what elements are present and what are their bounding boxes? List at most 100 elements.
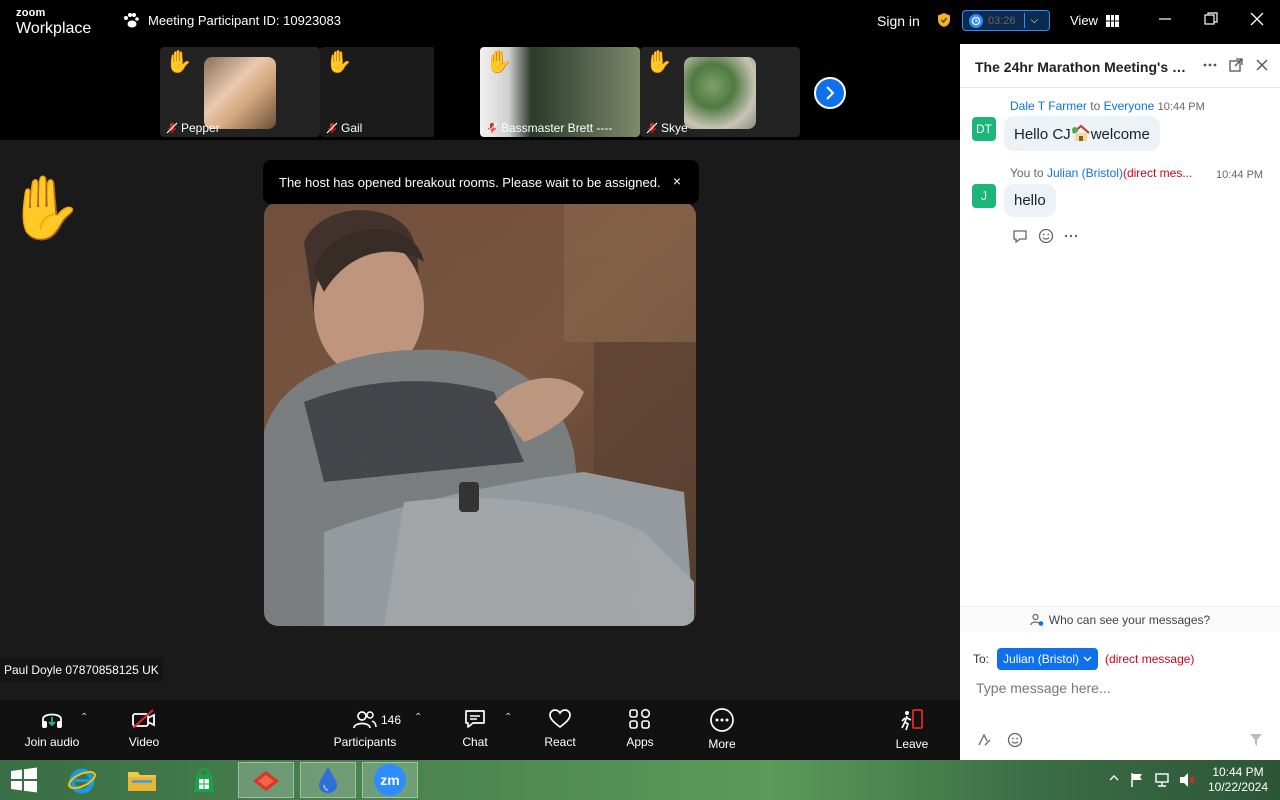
message-bubble[interactable]: hello <box>1004 184 1056 217</box>
chevron-down-icon[interactable]: ⌵ <box>1031 15 1039 26</box>
muted-mic-icon <box>326 122 338 134</box>
headphones-icon <box>42 713 62 728</box>
muted-mic-icon <box>646 122 658 134</box>
avatar[interactable]: DT <box>972 117 996 141</box>
house-emoji-icon <box>1071 124 1090 141</box>
apps-button[interactable]: Apps <box>622 708 658 749</box>
zoom-app-label: zm <box>380 772 400 788</box>
who-can-see-link[interactable]: Who can see your messages? <box>960 606 1280 632</box>
timer-value: 03:26 <box>988 14 1016 27</box>
participants-label: Participants <box>333 735 397 749</box>
flag-icon[interactable] <box>1130 772 1144 788</box>
message-meta: You to Julian (Bristol)(direct mes... <box>1010 166 1192 180</box>
reply-icon[interactable] <box>1012 228 1028 244</box>
recipient-row: To: Julian (Bristol) (direct message) <box>973 648 1194 670</box>
meeting-area: ✋ Pepper ✋ Gail ✋ Bassmaster Brett ---- … <box>0 44 960 700</box>
message-text: hello <box>1014 192 1046 209</box>
chevron-up-icon[interactable] <box>1108 772 1120 784</box>
participant-photo <box>684 57 756 129</box>
message-recipient[interactable]: Julian (Bristol) <box>1047 166 1123 180</box>
avatar[interactable]: J <box>972 184 996 208</box>
system-clock[interactable]: 10:44 PM 10/22/2024 <box>1204 765 1272 795</box>
chevron-up-icon[interactable]: ⌃ <box>80 712 88 723</box>
taskbar-zoom[interactable]: zm <box>362 762 418 798</box>
chat-title: The 24hr Marathon Meeting's Pe... <box>975 59 1195 75</box>
windows-logo-icon <box>11 767 37 793</box>
participant-thumbnail[interactable]: ✋ Pepper <box>160 47 320 137</box>
participant-name: Bassmaster Brett ---- <box>501 121 613 135</box>
speaker-photo <box>264 202 696 626</box>
person-lock-icon <box>1030 613 1044 626</box>
video-label: Video <box>128 735 160 749</box>
stopwatch-icon <box>969 13 983 28</box>
format-text-icon[interactable] <box>976 732 992 748</box>
view-menu[interactable]: View <box>1070 13 1119 28</box>
logo-line-1: zoom <box>16 7 46 19</box>
more-icon <box>710 708 734 732</box>
raised-hand-icon: ✋ <box>485 49 513 74</box>
message-time: 10:44 PM <box>1157 101 1205 113</box>
participant-thumbnail[interactable]: ✋ Skye <box>640 47 800 137</box>
close-window-icon[interactable] <box>1249 11 1265 27</box>
participant-thumbnail[interactable]: ✋ Gail <box>320 47 480 137</box>
active-speaker-video[interactable] <box>264 202 696 626</box>
heart-icon <box>549 709 571 729</box>
start-button[interactable] <box>0 762 48 798</box>
chat-label: Chat <box>462 735 488 749</box>
message-meta: Dale T Farmer to Everyone 10:44 PM <box>1010 99 1205 113</box>
emoji-icon[interactable] <box>1007 732 1023 748</box>
chevron-up-icon[interactable]: ⌃ <box>414 712 422 723</box>
message-recipient[interactable]: Everyone <box>1104 99 1155 113</box>
recipient-dropdown[interactable]: Julian (Bristol) <box>997 648 1099 670</box>
restore-icon[interactable] <box>1203 11 1219 27</box>
participants-icon <box>353 711 377 729</box>
leave-button[interactable]: Leave <box>892 708 932 751</box>
taskbar-app-red[interactable] <box>238 762 294 798</box>
minimize-icon[interactable] <box>1157 11 1173 27</box>
network-icon[interactable] <box>1154 772 1170 788</box>
participant-name: Gail <box>341 121 363 135</box>
message-sender[interactable]: Dale T Farmer <box>1010 99 1087 113</box>
emoji-icon[interactable] <box>1038 228 1054 244</box>
message-text: Hello CJ <box>1014 126 1071 143</box>
meeting-id[interactable]: Meeting Participant ID: 10923083 <box>122 12 341 28</box>
send-icon[interactable] <box>1248 732 1264 748</box>
ellipsis-icon[interactable] <box>1064 229 1078 243</box>
meeting-id-text: Meeting Participant ID: 10923083 <box>148 12 341 28</box>
timer-divider <box>1023 13 1025 28</box>
paw-icon <box>124 13 139 28</box>
recipient-name: Julian (Bristol) <box>1003 652 1080 666</box>
shield-icon[interactable] <box>937 12 951 28</box>
message-bubble[interactable]: Hello CJ welcome <box>1004 116 1160 151</box>
video-button[interactable]: Video <box>124 708 164 749</box>
video-off-icon <box>132 709 155 729</box>
react-label: React <box>544 735 576 749</box>
speaker-muted-icon[interactable] <box>1178 772 1196 788</box>
taskbar-app-blue[interactable] <box>300 762 356 798</box>
pop-out-icon[interactable] <box>1229 58 1243 72</box>
zoom-app-icon: zm <box>374 764 406 796</box>
meeting-timer[interactable]: 03:26 ⌵ <box>962 10 1050 31</box>
red-app-icon <box>253 771 279 791</box>
title-bar: zoom Workplace Meeting Participant ID: 1… <box>0 0 1280 44</box>
participant-name: Skye <box>661 121 688 135</box>
react-button[interactable]: React <box>540 708 580 749</box>
sign-in-link[interactable]: Sign in <box>877 13 920 29</box>
participant-photo <box>204 57 276 129</box>
participant-thumbnail[interactable]: ✋ Bassmaster Brett ---- <box>480 47 640 137</box>
chat-message-input[interactable] <box>976 678 1266 698</box>
more-button[interactable]: More <box>704 708 740 751</box>
raised-hand-icon: ✋ <box>165 49 193 74</box>
participant-name-tag: Skye <box>646 121 688 135</box>
next-page-button[interactable] <box>814 77 846 109</box>
close-icon[interactable]: × <box>673 173 681 189</box>
taskbar-file-explorer[interactable] <box>114 762 170 798</box>
chevron-up-icon[interactable]: ⌃ <box>504 712 512 723</box>
close-icon[interactable] <box>1255 58 1269 72</box>
chat-button[interactable]: Chat <box>458 708 492 749</box>
message-time-value: 10:44 PM <box>1216 169 1264 181</box>
taskbar-store[interactable] <box>176 762 232 798</box>
taskbar-internet-explorer[interactable] <box>54 762 110 798</box>
join-audio-button[interactable]: Join audio <box>24 708 80 749</box>
ellipsis-icon[interactable] <box>1203 58 1217 72</box>
